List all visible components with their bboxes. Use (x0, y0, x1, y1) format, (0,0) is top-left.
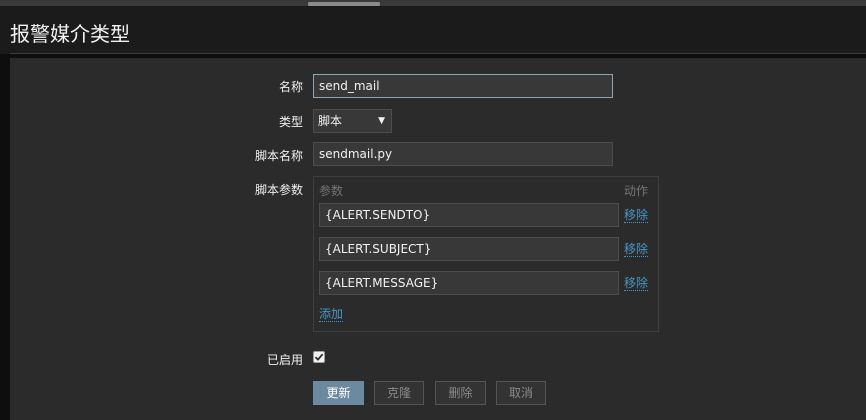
add-param-link[interactable]: 添加 (319, 307, 344, 322)
actions-column-header: 动作 (624, 184, 649, 198)
delete-button[interactable]: 删除 (435, 381, 486, 405)
name-input[interactable] (313, 74, 613, 98)
cancel-button[interactable]: 取消 (496, 381, 546, 405)
clone-button[interactable]: 克隆 (374, 381, 424, 405)
enabled-label: 已启用 (266, 353, 303, 367)
header-divider (10, 53, 866, 54)
script-params-label: 脚本参数 (254, 183, 303, 197)
script-name-input[interactable] (313, 142, 613, 166)
caret-down-icon: ▼ (378, 116, 385, 126)
page-title: 报警媒介类型 (10, 22, 130, 46)
remove-param-sendto-link[interactable]: 移除 (624, 208, 649, 223)
enabled-checkbox[interactable] (313, 351, 325, 363)
name-label: 名称 (278, 80, 303, 94)
param-input-message[interactable] (319, 271, 619, 295)
type-select-value: 脚本 (318, 114, 343, 128)
param-input-sendto[interactable] (319, 203, 619, 227)
page-header: 报警媒介类型 (0, 6, 866, 54)
params-column-header: 参数 (319, 184, 344, 198)
type-label: 类型 (278, 115, 303, 129)
remove-param-message-link[interactable]: 移除 (624, 276, 649, 291)
type-select[interactable]: 脚本 ▼ (313, 109, 392, 133)
param-input-subject[interactable] (319, 237, 619, 261)
remove-param-subject-link[interactable]: 移除 (624, 242, 649, 257)
checkmark-icon (314, 353, 324, 361)
update-button[interactable]: 更新 (313, 381, 364, 405)
script-name-label: 脚本名称 (254, 149, 303, 163)
